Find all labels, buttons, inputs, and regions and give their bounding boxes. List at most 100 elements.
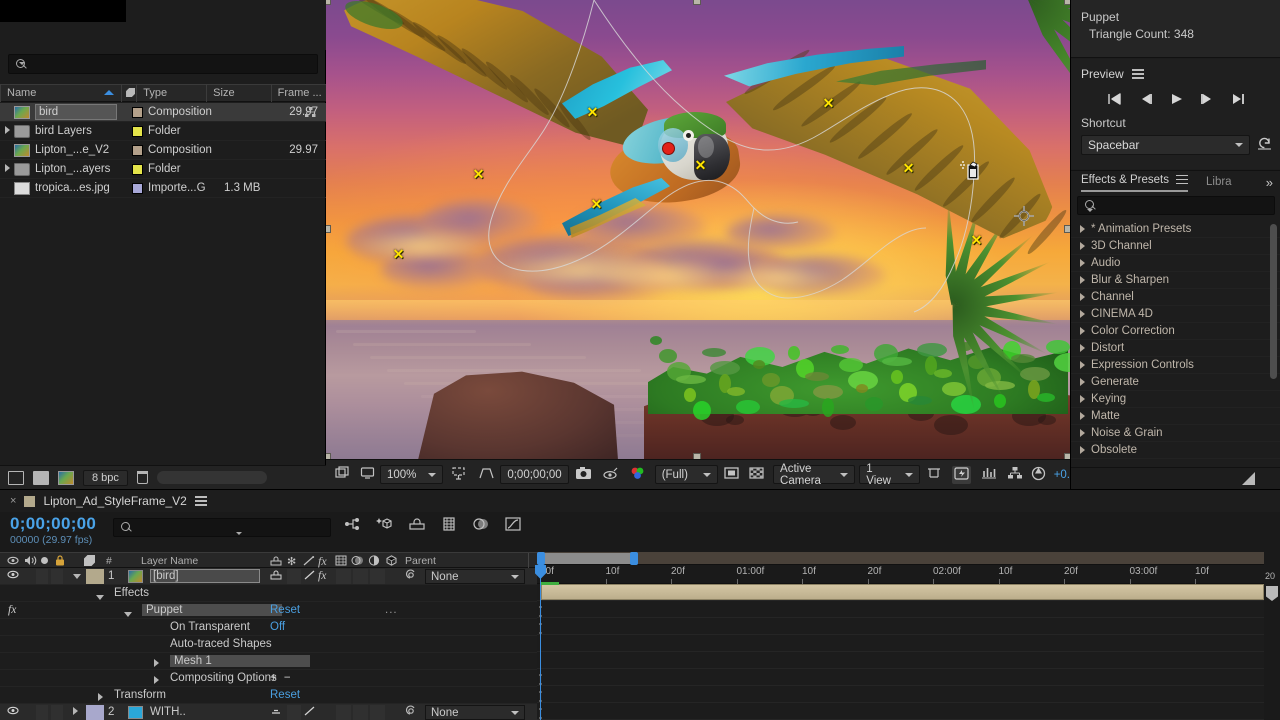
effects-menu-icon[interactable] — [1176, 172, 1188, 186]
disclosure-triangle-icon[interactable] — [1080, 310, 1085, 318]
preview-menu-icon[interactable] — [1131, 67, 1144, 81]
column-label[interactable] — [121, 84, 136, 102]
solo-icon[interactable] — [41, 557, 48, 564]
effects-category-row[interactable]: Keying — [1071, 391, 1280, 408]
property-value[interactable]: + − — [270, 672, 293, 684]
disclosure-triangle-icon[interactable] — [1080, 293, 1085, 301]
draft-3d-icon[interactable] — [376, 516, 394, 537]
puppet-pin[interactable]: ✕ — [694, 158, 707, 172]
effects-category-row[interactable]: * Animation Presets — [1071, 221, 1280, 238]
timeline-property-row[interactable]: Transform Reset — [0, 687, 540, 704]
layer-label-color[interactable] — [86, 568, 104, 584]
keyframe-navigator[interactable] — [537, 689, 548, 702]
timeline-comp-name[interactable]: Lipton_Ad_StyleFrame_V2 — [43, 494, 186, 508]
property-name-label[interactable]: Effects — [114, 587, 149, 599]
work-area-track[interactable] — [537, 552, 1264, 565]
effects-category-row[interactable]: Expression Controls — [1071, 357, 1280, 374]
reset-exposure-icon[interactable] — [1031, 466, 1046, 484]
snapshot-icon[interactable] — [575, 466, 592, 483]
property-name-label[interactable]: Transform — [114, 689, 166, 701]
collapse-switch[interactable] — [287, 704, 301, 720]
property-name-label[interactable]: Compositing Options — [170, 672, 277, 684]
new-folder-icon[interactable] — [33, 470, 49, 485]
disclosure-triangle-icon[interactable] — [0, 164, 14, 174]
project-item-row[interactable]: bird Layers Folder — [0, 122, 326, 141]
effects-fx-icon[interactable]: fx — [318, 554, 327, 569]
label-tag-icon[interactable] — [84, 555, 96, 569]
parent-select[interactable]: None — [425, 705, 525, 720]
always-preview-icon[interactable] — [335, 466, 350, 483]
motion-blur-icon[interactable] — [351, 555, 365, 569]
effects-category-row[interactable]: Audio — [1071, 255, 1280, 272]
layer-name-label[interactable]: [bird] — [150, 569, 260, 583]
camera-select[interactable]: Active Camera — [773, 463, 856, 487]
disclosure-triangle-icon[interactable] — [1080, 344, 1085, 352]
layer-disclosure-icon[interactable] — [73, 570, 81, 582]
timeline-property-row[interactable]: Compositing Options + − — [0, 670, 540, 687]
layer-name-label[interactable]: WITH.. — [150, 706, 186, 718]
region-of-interest-toggle-icon[interactable] — [724, 466, 739, 483]
timeline-layer-row[interactable]: 1 [bird] fx None — [0, 568, 540, 585]
property-name-label[interactable]: Puppet — [142, 604, 282, 616]
shortcut-select[interactable]: Spacebar — [1081, 134, 1250, 155]
motion-blur-icon[interactable] — [472, 516, 490, 537]
lock-icon[interactable] — [55, 555, 65, 569]
resolution-grid-icon[interactable] — [451, 466, 468, 484]
channels-icon[interactable] — [629, 466, 646, 483]
close-icon[interactable]: × — [10, 495, 16, 507]
project-item-row[interactable]: tropica...es.jpg Importe...G 1.3 MB — [0, 179, 326, 198]
exposure-value[interactable]: +0. — [1054, 469, 1070, 481]
solo-toggle[interactable] — [51, 568, 63, 584]
timeline-track-row[interactable] — [537, 669, 1264, 686]
video-eye-icon[interactable] — [7, 555, 19, 569]
disclosure-triangle-icon[interactable] — [1080, 259, 1085, 267]
new-comp-icon[interactable] — [8, 470, 24, 485]
main-viewer-icon[interactable] — [360, 466, 375, 483]
audio-toggle[interactable] — [36, 568, 48, 584]
resolution-select[interactable]: (Full) — [654, 465, 719, 484]
layer-bounding-handle[interactable] — [693, 0, 701, 5]
show-snapshot-icon[interactable] — [602, 466, 619, 483]
item-label-swatch[interactable] — [132, 163, 143, 175]
frame-blend-switch[interactable] — [336, 704, 351, 720]
frame-blend-icon[interactable] — [335, 555, 347, 569]
composition-canvas[interactable]: ✕ ✕ ✕ ✕ ✕ ✕ ✕ ✕ — [326, 0, 1070, 459]
timeline-track-row[interactable] — [537, 618, 1264, 635]
property-name-label[interactable]: Auto-traced Shapes — [170, 638, 272, 650]
first-frame-button[interactable] — [1106, 92, 1123, 106]
timeline-track-row[interactable] — [537, 652, 1264, 669]
quality-switch[interactable] — [304, 570, 316, 583]
puppet-pin[interactable]: ✕ — [970, 233, 983, 247]
item-label-swatch[interactable] — [132, 144, 143, 156]
timeline-property-row[interactable]: Mesh 1 — [0, 653, 540, 670]
parent-pickwhip-icon[interactable] — [404, 705, 418, 720]
disclosure-triangle-icon[interactable] — [1080, 412, 1085, 420]
effects-category-row[interactable]: Noise & Grain — [1071, 425, 1280, 442]
effect-fx-icon[interactable]: fx — [8, 604, 16, 616]
property-name-label[interactable]: Mesh 1 — [170, 655, 310, 667]
layer-visibility-icon[interactable] — [7, 569, 19, 583]
disclosure-triangle-icon[interactable] — [1080, 276, 1085, 284]
disclosure-triangle-icon[interactable] — [1080, 225, 1085, 233]
timeline-track-row[interactable] — [537, 601, 1264, 618]
timeline-property-row[interactable]: On Transparent Off — [0, 619, 540, 636]
quality-switch[interactable] — [304, 706, 316, 719]
audio-toggle[interactable] — [36, 704, 48, 720]
motion-blur-switch[interactable] — [353, 568, 368, 584]
frame-blend-switch[interactable] — [336, 568, 351, 584]
puppet-pin[interactable]: ✕ — [902, 161, 915, 175]
project-item-name[interactable]: Lipton_...e_V2 — [35, 144, 109, 156]
property-value[interactable]: Reset — [270, 604, 300, 616]
timeline-track-area[interactable] — [537, 582, 1264, 720]
timeline-track-row[interactable] — [537, 686, 1264, 703]
more-tabs-icon[interactable]: » — [1266, 175, 1273, 190]
shy-icon[interactable] — [270, 555, 282, 569]
collapse-switch[interactable] — [287, 568, 301, 584]
hide-shy-layers-icon[interactable] — [408, 516, 426, 537]
effects-category-row[interactable]: Channel — [1071, 289, 1280, 306]
effects-category-row[interactable]: CINEMA 4D — [1071, 306, 1280, 323]
delete-icon[interactable] — [136, 471, 148, 484]
timeline-ruler[interactable]: 00f 10f 20f 01:00f 10f 20f 02:00f 10f 20f 03:00f 1… — [537, 552, 1280, 584]
puppet-pin[interactable]: ✕ — [822, 96, 835, 110]
disclosure-triangle-icon[interactable] — [154, 658, 159, 670]
